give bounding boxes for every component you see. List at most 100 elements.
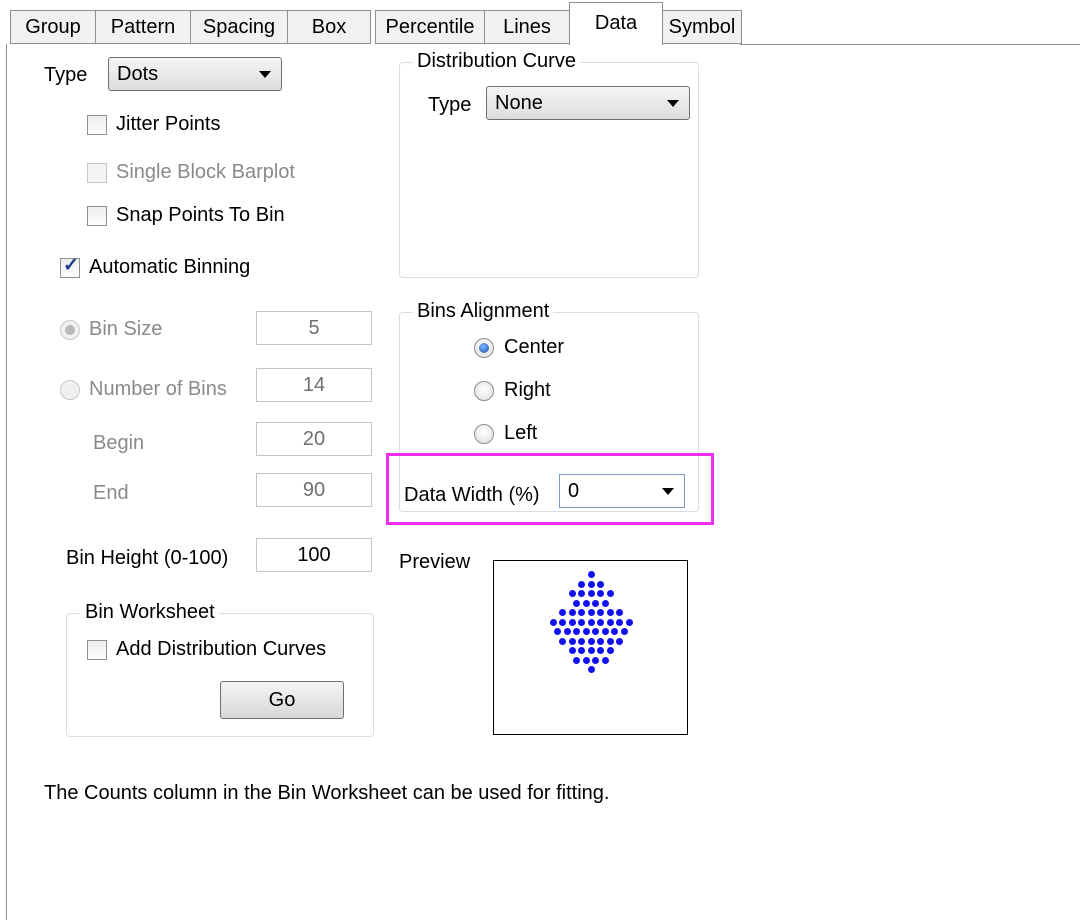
preview-dot	[606, 618, 614, 626]
preview-dot	[578, 580, 585, 588]
preview-dot	[597, 590, 604, 597]
align-right-radio[interactable]	[474, 381, 494, 401]
tab-percentile[interactable]: Percentile	[375, 10, 485, 44]
preview-dot	[587, 618, 595, 626]
preview-dot	[606, 590, 614, 597]
tab-group[interactable]: Group	[10, 10, 96, 44]
add-distribution-curves-checkbox[interactable]	[87, 640, 107, 660]
preview-dot	[587, 580, 595, 588]
snap-points-to-bin-label[interactable]: Snap Points To Bin	[116, 204, 285, 227]
distribution-type-label: Type	[428, 94, 472, 116]
number-of-bins-radio[interactable]	[60, 380, 80, 400]
snap-points-to-bin-checkbox[interactable]	[87, 206, 107, 226]
end-field[interactable]: 90	[256, 473, 372, 507]
type-combo[interactable]: Dots	[108, 57, 282, 91]
data-width-combo[interactable]: 0	[559, 474, 685, 508]
begin-label: Begin	[93, 432, 145, 454]
tab-pattern[interactable]: Pattern	[95, 10, 191, 44]
bin-size-label[interactable]: Bin Size	[89, 318, 162, 341]
page-frame	[6, 44, 7, 920]
preview-dot	[554, 628, 562, 635]
add-distribution-curves-label[interactable]: Add Distribution Curves	[116, 638, 326, 661]
preview-dot	[616, 618, 623, 626]
align-left-radio[interactable]	[474, 424, 494, 444]
tab-baseline	[740, 44, 1080, 45]
preview-dot	[578, 609, 585, 616]
preview-dot	[578, 618, 585, 626]
chevron-down-icon	[259, 71, 271, 78]
automatic-binning-checkbox[interactable]: ✓	[60, 255, 80, 278]
automatic-binning-label[interactable]: Automatic Binning	[89, 256, 250, 279]
preview-dot	[606, 637, 614, 645]
radio-selected-dot	[479, 343, 489, 353]
preview-dot	[616, 637, 623, 645]
preview-dot	[601, 656, 609, 664]
type-label: Type	[44, 64, 88, 86]
preview-dot	[597, 647, 604, 654]
data-width-value[interactable]: 0	[568, 475, 579, 507]
align-center-radio[interactable]	[474, 338, 494, 358]
preview-dot	[582, 628, 590, 635]
chevron-down-icon	[667, 100, 679, 107]
checkmark-icon: ✓	[63, 255, 79, 276]
preview-dot	[563, 628, 571, 635]
preview-dot	[573, 628, 581, 635]
preview-box	[493, 560, 688, 735]
preview-dot	[559, 618, 566, 626]
align-left-label[interactable]: Left	[504, 422, 537, 445]
jitter-points-label[interactable]: Jitter Points	[116, 113, 220, 136]
single-block-barplot-label[interactable]: Single Block Barplot	[116, 161, 295, 184]
preview-dot	[568, 618, 576, 626]
distribution-curve-legend: Distribution Curve	[413, 50, 580, 73]
number-of-bins-label[interactable]: Number of Bins	[89, 378, 227, 401]
tab-strip: Group Pattern Spacing Box Percentile Lin…	[0, 0, 1080, 46]
preview-dot	[587, 590, 595, 597]
tab-spacing[interactable]: Spacing	[190, 10, 288, 44]
tab-lines[interactable]: Lines	[484, 10, 570, 44]
begin-field[interactable]: 20	[256, 422, 372, 456]
tab-symbol[interactable]: Symbol	[662, 10, 742, 44]
jitter-points-checkbox[interactable]	[87, 115, 107, 135]
tab-box[interactable]: Box	[287, 10, 371, 44]
preview-dot	[568, 637, 576, 645]
preview-dot	[616, 609, 623, 616]
align-center-label[interactable]: Center	[504, 336, 564, 359]
preview-dot	[597, 609, 604, 616]
distribution-type-combo[interactable]: None	[486, 86, 690, 120]
go-button[interactable]: Go	[220, 681, 344, 719]
end-label: End	[93, 482, 129, 504]
tab-data[interactable]: Data	[569, 2, 663, 45]
bin-size-radio[interactable]	[60, 320, 80, 340]
preview-dot	[597, 580, 604, 588]
preview-dot	[587, 609, 595, 616]
preview-dot	[587, 647, 595, 654]
bins-alignment-legend: Bins Alignment	[413, 300, 554, 323]
preview-dot	[601, 628, 609, 635]
preview-dot	[549, 618, 557, 626]
preview-dot	[592, 628, 600, 635]
bin-size-field[interactable]: 5	[256, 311, 372, 345]
preview-dot	[592, 599, 600, 607]
preview-dot	[578, 637, 585, 645]
preview-dot	[592, 656, 600, 664]
data-width-label: Data Width (%)	[404, 484, 540, 506]
number-of-bins-field[interactable]: 14	[256, 368, 372, 402]
preview-dot	[620, 628, 628, 635]
preview-dot	[573, 656, 581, 664]
preview-dot	[568, 590, 576, 597]
bin-height-field[interactable]: 100	[256, 538, 372, 572]
align-right-label[interactable]: Right	[504, 379, 551, 402]
bin-height-label: Bin Height (0-100)	[66, 547, 229, 569]
preview-dot	[606, 609, 614, 616]
type-combo-value: Dots	[117, 63, 159, 85]
preview-dot	[587, 666, 595, 673]
preview-dot	[601, 599, 609, 607]
counts-note: The Counts column in the Bin Worksheet c…	[44, 782, 610, 804]
preview-dot	[597, 618, 604, 626]
radio-selected-dot	[65, 325, 75, 335]
preview-dot	[578, 590, 585, 597]
preview-label: Preview	[399, 551, 471, 573]
preview-dot	[568, 609, 576, 616]
preview-dot	[578, 647, 585, 654]
single-block-barplot-checkbox[interactable]	[87, 163, 107, 183]
